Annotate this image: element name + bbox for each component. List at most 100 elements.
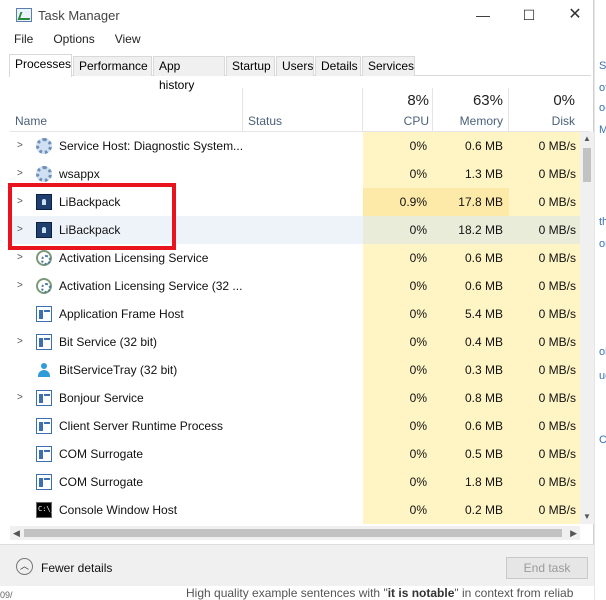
cpu-value: 0% <box>363 244 433 272</box>
tab-startup[interactable]: Startup <box>226 56 275 76</box>
memory-value: 0.6 MB <box>433 244 509 272</box>
memory-value: 0.6 MB <box>433 412 509 440</box>
tab-performance[interactable]: Performance <box>73 56 152 76</box>
scroll-up-arrow-icon[interactable]: ▲ <box>580 132 594 146</box>
memory-value: 0.6 MB <box>433 272 509 300</box>
cpu-value: 0% <box>363 160 433 188</box>
cpu-value: 0% <box>363 468 433 496</box>
process-name: COM Surrogate <box>59 475 144 489</box>
horizontal-scroll-thumb[interactable] <box>24 529 562 537</box>
tab-app-history[interactable]: App history <box>153 56 225 92</box>
process-row[interactable]: > Bonjour Service 0% 0.8 MB 0 MB/s <box>10 384 580 412</box>
expand-chevron-icon[interactable]: > <box>17 252 23 263</box>
gear-icon <box>36 138 52 154</box>
tab-details[interactable]: Details <box>315 56 361 76</box>
minimize-button[interactable]: — <box>460 0 506 30</box>
disk-value: 0 MB/s <box>509 160 580 188</box>
memory-value: 0.6 MB <box>433 132 509 160</box>
memory-value: 18.2 MB <box>433 216 509 244</box>
process-row[interactable]: BitServiceTray (32 bit) 0% 0.3 MB 0 MB/s <box>10 356 580 384</box>
disk-value: 0 MB/s <box>509 468 580 496</box>
expand-chevron-icon[interactable]: > <box>17 336 23 347</box>
window-icon <box>36 474 52 490</box>
window-icon <box>36 418 52 434</box>
memory-value: 0.2 MB <box>433 496 509 524</box>
column-name[interactable]: Name <box>15 114 47 128</box>
column-disk[interactable]: Disk <box>509 114 575 128</box>
window-title: Task Manager <box>38 8 120 23</box>
disk-value: 0 MB/s <box>509 328 580 356</box>
close-button[interactable]: ✕ <box>552 0 598 30</box>
tab-services[interactable]: Services <box>362 56 415 76</box>
process-row[interactable]: Console Window Host 0%0.2 MB0 MB/s <box>10 496 580 524</box>
cpu-value: 0% <box>363 132 433 160</box>
scroll-down-arrow-icon[interactable]: ▼ <box>580 510 594 524</box>
cpu-value: 0% <box>363 440 433 468</box>
column-header: Name Status 8% CPU 63% Memory 0% Disk <box>10 88 590 132</box>
process-row[interactable]: > Activation Licensing Service (32 ... 0% 0… <box>10 272 580 300</box>
window-icon <box>36 446 52 462</box>
process-row[interactable]: Application Frame Host 0% 5.4 MB 0 MB/s <box>10 300 580 328</box>
column-cpu[interactable]: CPU <box>363 114 429 128</box>
cpu-total-percent: 8% <box>407 92 429 109</box>
scroll-left-arrow-icon[interactable]: ◀ <box>13 526 20 540</box>
disk-value: 0 MB/s <box>509 188 580 216</box>
cpu-value: 0% <box>363 328 433 356</box>
console-icon <box>36 502 55 518</box>
disk-value: 0 MB/s <box>509 356 580 384</box>
process-row[interactable]: COM Surrogate 0% 0.5 MB 0 MB/s <box>10 440 580 468</box>
background-page-text: High quality example sentences with "it … <box>186 586 574 600</box>
column-divider[interactable] <box>242 88 243 132</box>
expand-chevron-icon[interactable]: > <box>17 392 23 403</box>
scroll-right-arrow-icon[interactable]: ▶ <box>570 526 577 540</box>
process-name: Activation Licensing Service (32 ... <box>59 279 243 293</box>
chevron-up-icon[interactable]: ︿ <box>16 558 33 575</box>
process-row[interactable]: > Bit Service (32 bit) 0% 0.4 MB 0 MB/s <box>10 328 580 356</box>
maximize-button[interactable]: ☐ <box>506 0 552 30</box>
column-status[interactable]: Status <box>248 114 282 128</box>
fewer-details-link[interactable]: Fewer details <box>41 561 112 575</box>
expand-chevron-icon[interactable]: > <box>17 168 23 179</box>
process-row[interactable]: > Service Host: Diagnostic System... 0% 0.6… <box>10 132 580 160</box>
memory-value: 5.4 MB <box>433 300 509 328</box>
tab-strip: Processes Performance App history Startu… <box>9 54 591 92</box>
menu-file[interactable]: File <box>14 32 33 46</box>
user-icon <box>36 362 52 378</box>
process-name: Bonjour Service <box>59 391 144 405</box>
process-row[interactable]: Client Server Runtime Process 0% 0.6 MB 0 M… <box>10 412 580 440</box>
window-icon <box>36 306 52 322</box>
process-name: Application Frame Host <box>59 307 184 321</box>
process-row[interactable]: COM Surrogate 0% 1.8 MB 0 MB/s <box>10 468 580 496</box>
title-bar[interactable]: Task Manager — ☐ ✕ <box>0 0 593 30</box>
cpu-value: 0% <box>363 412 433 440</box>
memory-value: 1.3 MB <box>433 160 509 188</box>
expand-chevron-icon[interactable]: > <box>17 280 23 291</box>
disk-value: 0 MB/s <box>509 244 580 272</box>
cpu-value: 0% <box>363 496 433 524</box>
cpu-value: 0% <box>363 272 433 300</box>
expand-chevron-icon[interactable]: > <box>17 140 23 151</box>
task-manager-window: Task Manager — ☐ ✕ File Options View Proce… <box>0 0 594 586</box>
disk-total-percent: 0% <box>553 92 575 109</box>
memory-value: 0.4 MB <box>433 328 509 356</box>
task-manager-icon <box>16 8 32 22</box>
tab-users[interactable]: Users <box>276 56 314 76</box>
memory-value: 0.8 MB <box>433 384 509 412</box>
scroll-thumb[interactable] <box>583 148 591 182</box>
process-name: Client Server Runtime Process <box>59 419 224 433</box>
highlight-annotation <box>8 183 176 250</box>
column-memory[interactable]: Memory <box>433 114 503 128</box>
end-task-button[interactable]: End task <box>506 557 588 579</box>
process-name: Bit Service (32 bit) <box>59 335 158 349</box>
vertical-scrollbar[interactable]: ▲ ▼ <box>580 132 594 524</box>
disk-value: 0 MB/s <box>509 496 580 524</box>
disk-value: 0 MB/s <box>509 272 580 300</box>
memory-value: 17.8 MB <box>433 188 509 216</box>
menu-options[interactable]: Options <box>53 32 94 46</box>
menu-view[interactable]: View <box>115 32 141 46</box>
tab-processes[interactable]: Processes <box>9 54 72 77</box>
horizontal-scrollbar[interactable]: ◀ ▶ <box>10 526 580 540</box>
window-icon <box>36 334 52 350</box>
cpu-value: 0% <box>363 356 433 384</box>
disk-value: 0 MB/s <box>509 384 580 412</box>
